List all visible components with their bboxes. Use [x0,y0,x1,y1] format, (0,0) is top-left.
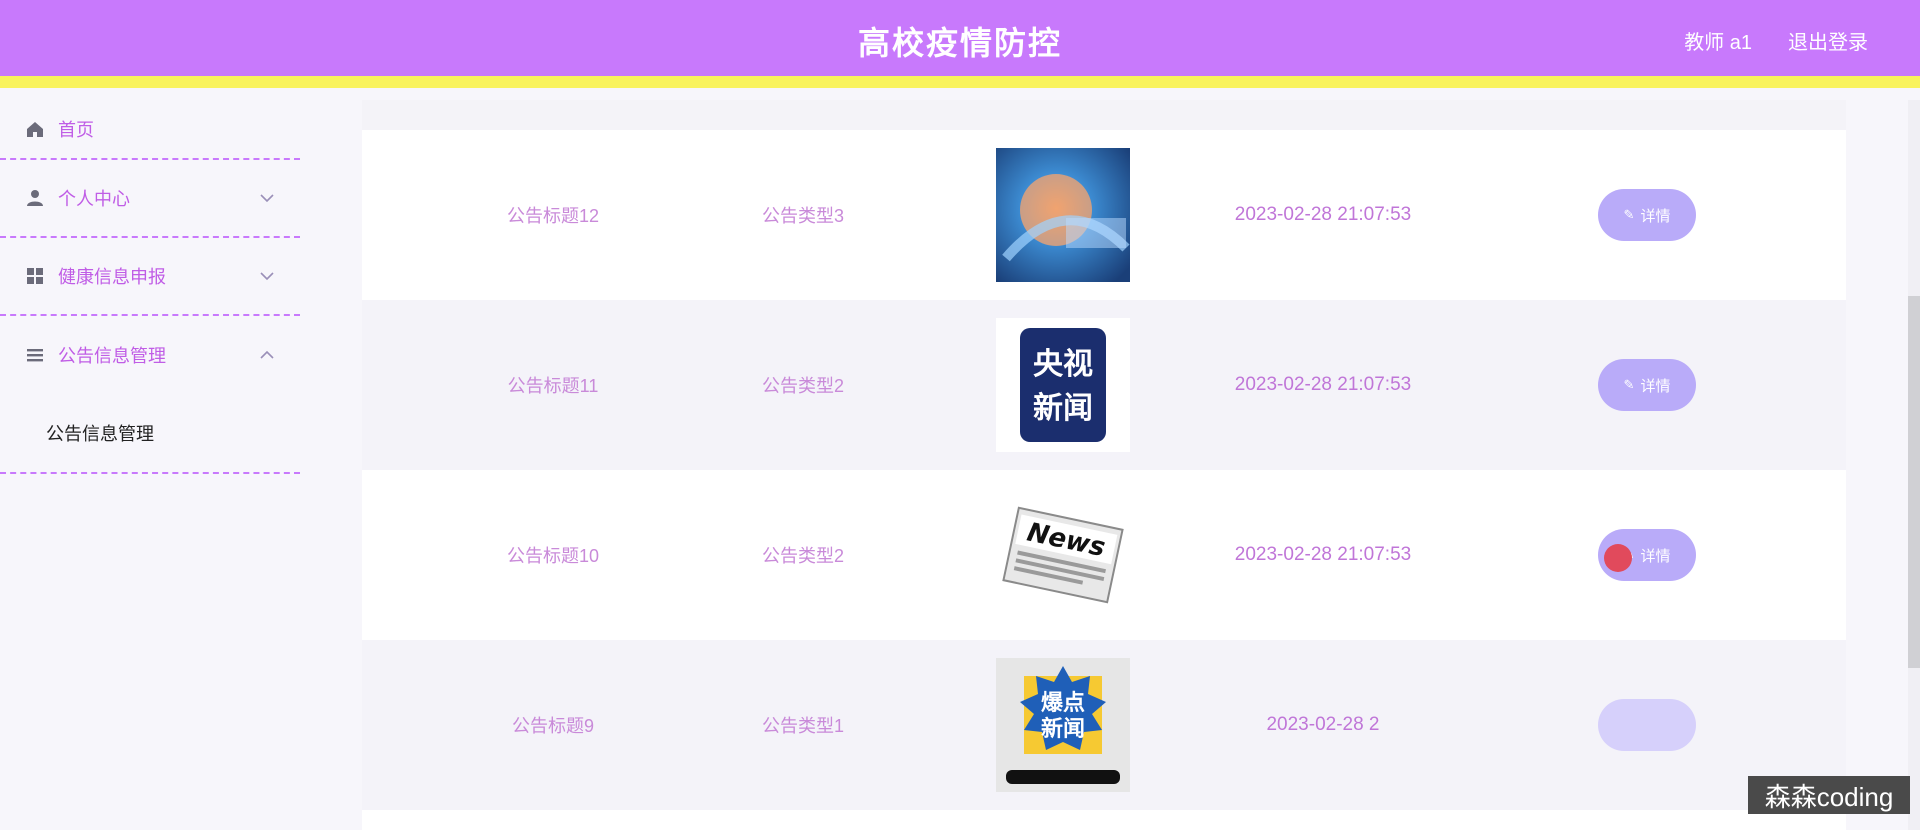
sidebar-item-notice-management[interactable]: 公告信息管理 [0,316,300,394]
baodian-news-image: 爆点 新闻 [996,658,1130,792]
notice-type: 公告类型2 [761,376,844,396]
app-title: 高校疫情防控 [857,25,1062,61]
chevron-down-icon [260,190,274,206]
sidebar-item-label: 公告信息管理 [58,346,166,366]
vertical-scrollbar[interactable] [1908,100,1920,830]
table-row: 公告标题11 公告类型2 央视 新闻 2023-02-28 21:07:53 ✎… [362,300,1846,470]
sidebar-item-label: 个人中心 [58,189,130,209]
cctv-news-image: 央视 新闻 [996,318,1130,452]
scrollbar-thumb[interactable] [1908,296,1920,668]
chevron-down-icon [260,268,274,284]
sidebar-item-personal-center[interactable]: 个人中心 [0,160,300,238]
notice-time: 2023-02-28 2 [1266,714,1380,735]
notice-type: 公告类型2 [761,546,844,566]
news-globe-image [996,148,1130,282]
notice-type: 公告类型1 [761,716,844,736]
top-header: 高校疫情防控 教师 a1 退出登录 [0,0,1920,88]
mouse-cursor-indicator [1604,544,1632,572]
svg-text:新闻: 新闻 [1041,716,1085,742]
current-user[interactable]: 教师 a1 [1684,26,1752,55]
sidebar-item-home[interactable]: 首页 [0,100,300,160]
detail-button[interactable]: ✎ 详情 [1598,359,1696,411]
table-row: 公告标题9 公告类型1 爆点 新闻 2023-02-28 2 详情 [362,640,1846,810]
notice-time: 2023-02-28 21:07:53 [1234,374,1412,395]
sidebar-item-label: 首页 [58,120,94,140]
grid-icon [24,265,46,287]
sidebar: 首页 个人中心 健康信息申报 公告信息管理 公告信息管理 [0,100,300,830]
detail-button[interactable]: ✎ 详情 [1598,189,1696,241]
notice-title: 公告标题9 [511,716,594,736]
sidebar-item-label: 健康信息申报 [58,267,166,287]
notice-type: 公告类型3 [761,206,844,226]
notice-title: 公告标题10 [506,546,600,566]
notice-title: 公告标题12 [506,206,600,226]
edit-icon: ✎ [1623,207,1635,222]
notice-time: 2023-02-28 21:07:53 [1234,544,1412,565]
svg-text:新闻: 新闻 [1033,391,1093,426]
home-icon [24,118,46,140]
logout-link[interactable]: 退出登录 [1788,26,1868,55]
sidebar-item-health-report[interactable]: 健康信息申报 [0,238,300,316]
notice-time: 2023-02-28 21:07:53 [1234,204,1412,225]
svg-text:央视: 央视 [1033,347,1093,382]
table-header-strip [362,100,1846,130]
svg-text:爆点: 爆点 [1041,690,1085,716]
notice-title: 公告标题11 [507,376,599,396]
notice-table: 公告标题12 公告类型3 2023-02-28 21:07:53 ✎ 详情 公告… [362,100,1846,830]
news-paper-image: News [996,488,1130,622]
table-row: 公告标题12 公告类型3 2023-02-28 21:07:53 ✎ 详情 [362,130,1846,300]
edit-icon: ✎ [1623,377,1635,392]
submenu-notice-management[interactable]: 公告信息管理 [0,394,300,474]
watermark: 森森coding [1748,776,1910,814]
list-icon [24,344,46,366]
chevron-up-icon [260,347,274,363]
detail-button[interactable]: 详情 [1598,699,1696,751]
user-icon [24,187,46,209]
